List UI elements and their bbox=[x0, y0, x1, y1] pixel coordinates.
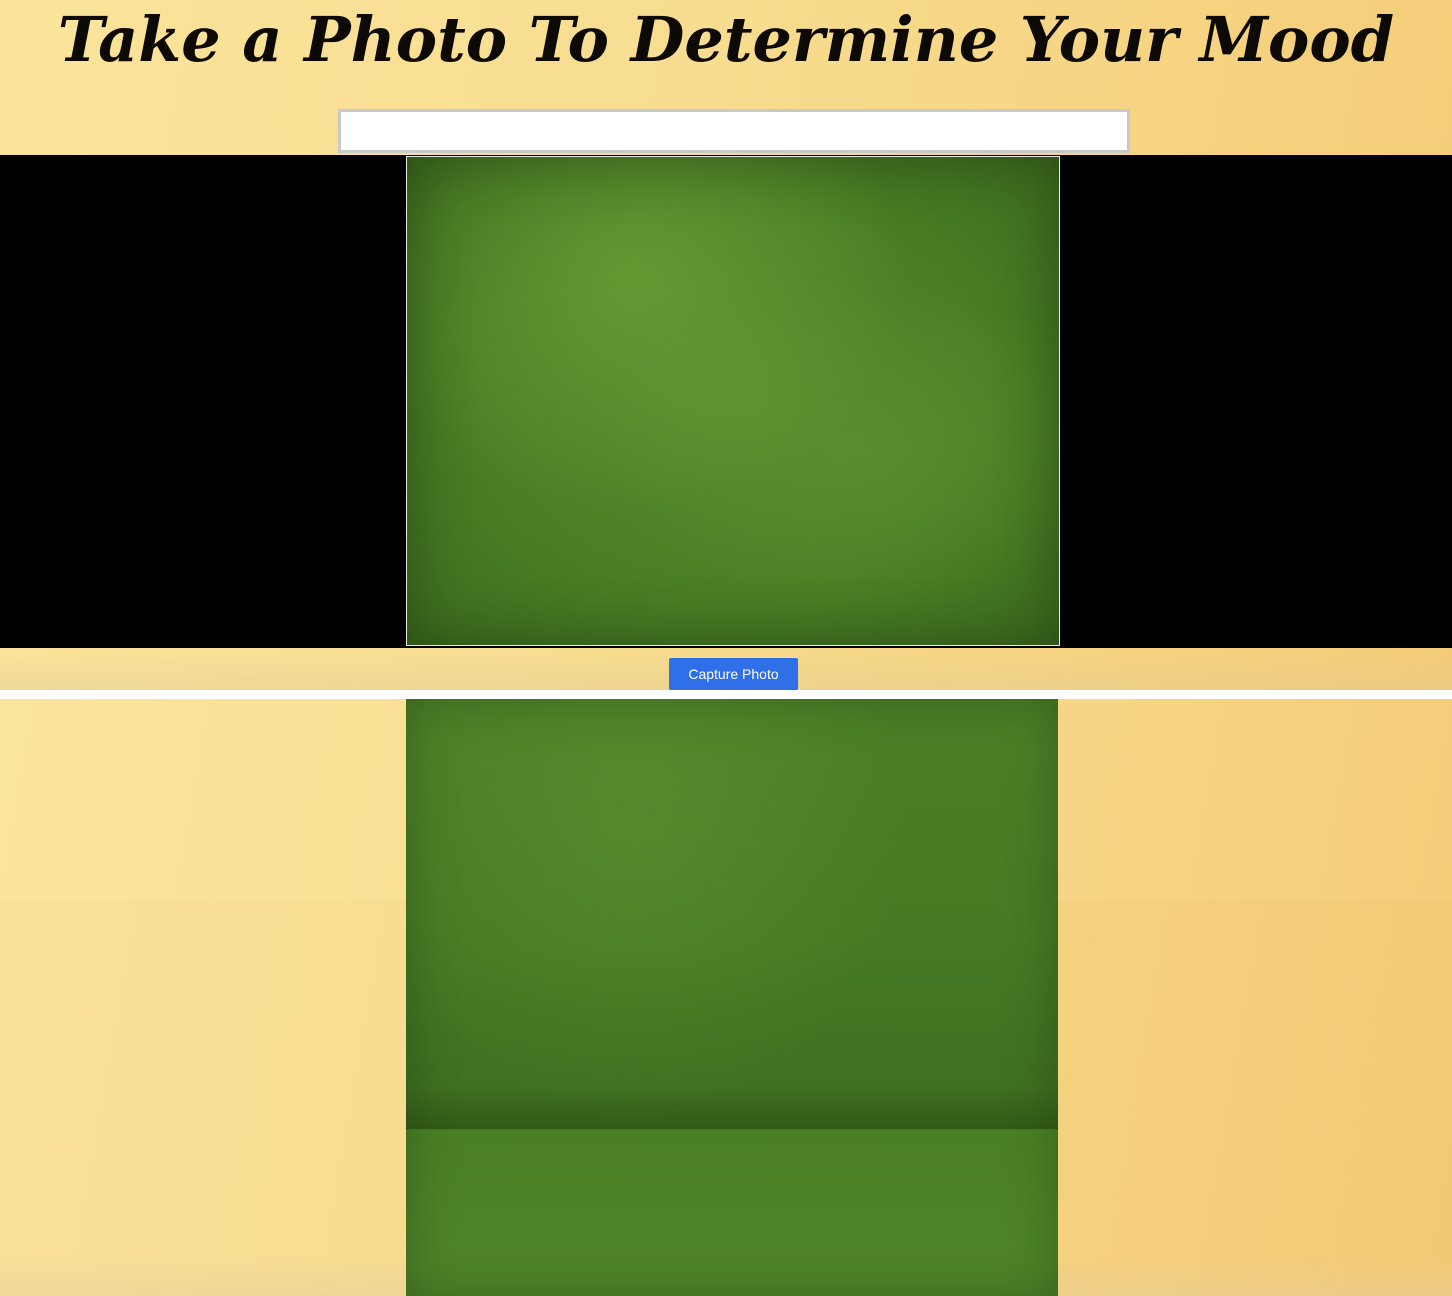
text-input-field[interactable] bbox=[338, 109, 1130, 153]
page-title: Take a Photo To Determine Your Mood bbox=[57, 3, 1395, 76]
capture-photo-button[interactable]: Capture Photo bbox=[669, 658, 798, 690]
section-divider bbox=[0, 690, 1452, 699]
captured-photo bbox=[406, 699, 1058, 1296]
camera-video-feed bbox=[406, 156, 1060, 646]
